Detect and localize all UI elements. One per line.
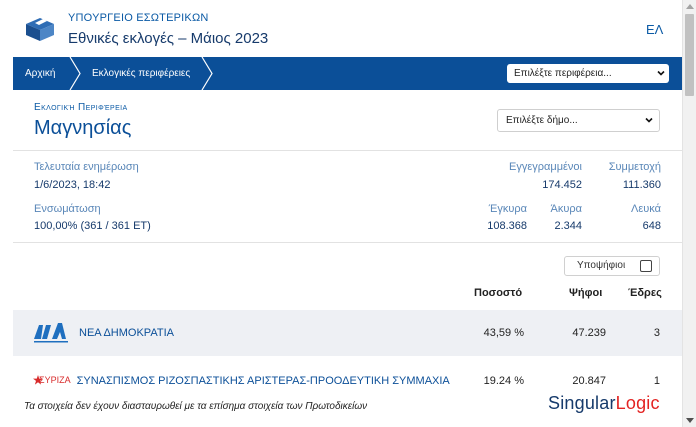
invalid-value: 2.344 <box>554 220 582 232</box>
valid-value: 108.368 <box>487 220 527 232</box>
brand-name-accent: Logic <box>615 393 660 413</box>
breadcrumb-regions[interactable]: Εκλογικές περιφέρειες <box>92 57 190 90</box>
chevron-down-icon <box>645 117 653 123</box>
results-page: ΥΠΟΥΡΓΕΙΟ ΕΣΩΤΕΡΙΚΩΝ Εθνικές εκλογές – Μ… <box>0 0 682 427</box>
column-header-percentage: Ποσοστό <box>474 287 523 299</box>
site-header: ΥΠΟΥΡΓΕΙΟ ΕΣΩΤΕΡΙΚΩΝ Εθνικές εκλογές – Μ… <box>0 0 682 57</box>
integration-value: 100,00% (361 / 361 ΕΤ) <box>34 220 151 232</box>
last-update-value: 1/6/2023, 18:42 <box>34 179 111 191</box>
scroll-down-icon[interactable] <box>686 418 694 423</box>
section-label: Εκλογική Περιφέρεια <box>34 102 128 113</box>
breadcrumb-home[interactable]: Αρχική <box>25 57 55 90</box>
candidates-toggle-label: Υποψήφιοι <box>577 260 626 271</box>
column-header-votes: Ψήφοι <box>569 287 603 299</box>
party-name[interactable]: ΝΕΑ ΔΗΜΟΚΡΑΤΙΑ <box>79 327 174 339</box>
party-seats: 1 <box>653 375 660 387</box>
party-percentage: 19.24 % <box>483 375 524 387</box>
nd-party-logo <box>34 323 68 343</box>
party-percentage: 43,59 % <box>483 327 524 339</box>
blank-value: 648 <box>642 220 661 232</box>
scroll-up-icon[interactable] <box>686 4 694 9</box>
column-header-seats: Έδρες <box>628 287 662 299</box>
candidates-toggle[interactable]: Υποψήφιοι <box>564 256 660 276</box>
integration-label: Ενσωμάτωση <box>34 203 101 215</box>
ballot-box-icon <box>26 18 54 41</box>
last-update-label: Τελευταία ενημέρωση <box>34 161 139 173</box>
vertical-scrollbar[interactable] <box>682 0 696 427</box>
party-name[interactable]: ΣΥΝΑΣΠΙΣΜΟΣ ΡΙΖΟΣΠΑΣΤΙΚΗΣ ΑΡΙΣΤΕΡΑΣ-ΠΡΟΟ… <box>77 375 450 387</box>
region-select[interactable]: Επιλέξτε περιφέρεια... <box>507 64 669 83</box>
party-votes: 20.847 <box>572 375 606 387</box>
registered-label: Εγγεγραμμένοι <box>509 161 582 173</box>
breadcrumb-separator-icon <box>69 57 81 90</box>
app-title[interactable]: Εθνικές εκλογές – Μάιος 2023 <box>68 30 268 47</box>
chevron-down-icon <box>657 70 665 76</box>
turnout-label: Συμμετοχή <box>608 161 661 173</box>
divider <box>13 242 682 243</box>
syriza-logo-text: ΣΥΡΙΖΑ <box>39 375 71 385</box>
party-seats: 3 <box>653 327 660 339</box>
brand-name: Singular <box>548 393 616 413</box>
singularlogic-logo: SingularLogic <box>548 393 660 414</box>
registered-value: 174.452 <box>542 179 582 191</box>
table-row[interactable]: ΝΕΑ ΔΗΜΟΚΡΑΤΙΑ 43,59 % 47.239 3 <box>13 310 682 356</box>
candidates-checkbox[interactable] <box>640 260 652 272</box>
scroll-thumb[interactable] <box>685 14 694 96</box>
region-select-value: Επιλέξτε περιφέρεια... <box>514 68 612 79</box>
divider <box>13 150 682 151</box>
municipality-select[interactable]: Επιλέξτε δήμο... <box>497 109 660 132</box>
breadcrumb: Αρχική Εκλογικές περιφέρειες Επιλέξτε πε… <box>13 57 682 90</box>
breadcrumb-separator-icon <box>201 57 213 90</box>
turnout-value: 111.360 <box>622 179 661 191</box>
language-switch[interactable]: ΕΛ <box>646 22 663 37</box>
ministry-name: ΥΠΟΥΡΓΕΙΟ ΕΣΩΤΕΡΙΚΩΝ <box>68 12 209 24</box>
region-name: Μαγνησίας <box>34 117 132 139</box>
data-disclaimer: Τα στοιχεία δεν έχουν διασταυρωθεί με τα… <box>24 401 368 412</box>
invalid-label: Άκυρα <box>550 203 582 215</box>
valid-label: Έγκυρα <box>488 203 527 215</box>
blank-label: Λευκά <box>631 203 661 215</box>
municipality-select-value: Επιλέξτε δήμο... <box>506 115 578 126</box>
party-votes: 47.239 <box>572 327 606 339</box>
